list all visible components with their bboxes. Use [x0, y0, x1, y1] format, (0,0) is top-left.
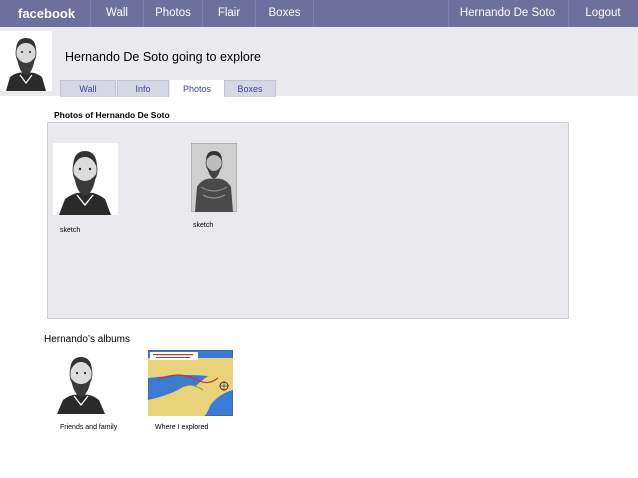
nav-divider: [202, 0, 203, 27]
nav-divider: [568, 0, 569, 27]
album-caption: Where I explored: [155, 424, 209, 431]
tab-info[interactable]: Info: [117, 80, 169, 97]
nav-divider: [255, 0, 256, 27]
profile-avatar[interactable]: [0, 31, 52, 91]
album-caption: Friends and family: [60, 424, 118, 431]
nav-item-photos[interactable]: Photos: [145, 0, 201, 27]
photos-heading: Photos of Hernando De Soto: [54, 110, 170, 120]
nav-item-flair[interactable]: Flair: [204, 0, 254, 27]
album-cover[interactable]: [148, 350, 233, 416]
tab-wall[interactable]: Wall: [60, 80, 116, 97]
top-nav: facebook Wall Photos Flair Boxes Hernand…: [0, 0, 638, 27]
nav-divider: [143, 0, 144, 27]
nav-user-name[interactable]: Hernando De Soto: [450, 0, 565, 27]
nav-divider: [448, 0, 449, 27]
photos-panel: [47, 122, 569, 319]
nav-item-boxes[interactable]: Boxes: [257, 0, 312, 27]
photo-thumbnail[interactable]: [53, 143, 118, 215]
nav-divider: [313, 0, 314, 27]
nav-divider: [90, 0, 91, 27]
app-root: facebook Wall Photos Flair Boxes Hernand…: [0, 0, 638, 478]
photo-caption: sketch: [193, 222, 214, 229]
photo-thumbnail[interactable]: [191, 143, 237, 212]
nav-item-wall[interactable]: Wall: [92, 0, 142, 27]
photo-caption: sketch: [60, 227, 81, 234]
brand-logo[interactable]: facebook: [18, 6, 75, 21]
tab-photos[interactable]: Photos: [170, 80, 224, 98]
profile-status-title: Hernando De Soto going to explore: [65, 50, 261, 64]
logout-link[interactable]: Logout: [570, 0, 636, 27]
tab-boxes[interactable]: Boxes: [224, 80, 276, 97]
album-cover[interactable]: [53, 350, 109, 414]
albums-heading: Hernando’s albums: [44, 334, 130, 345]
